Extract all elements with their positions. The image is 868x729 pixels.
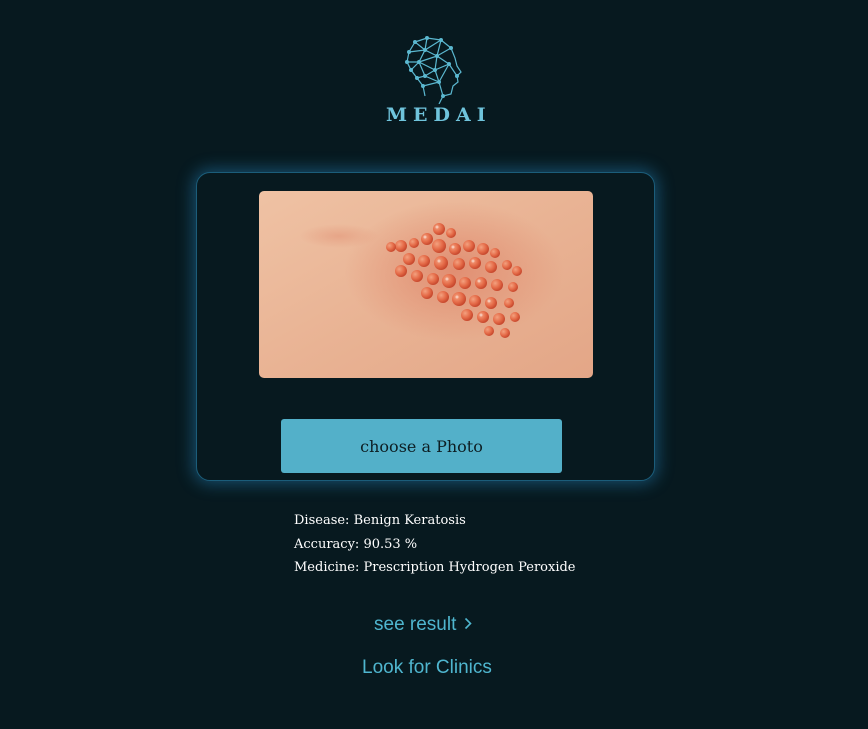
look-for-clinics-link[interactable]: Look for Clinics xyxy=(362,657,492,679)
skin-lesion-photo xyxy=(259,191,593,378)
brand-logo: MEDAI xyxy=(380,34,492,130)
ai-head-network-icon xyxy=(405,36,462,104)
chevron-right-icon xyxy=(464,614,473,636)
upload-card: choose a Photo xyxy=(196,172,655,481)
medicine-row: Medicine: Prescription Hydrogen Peroxide xyxy=(294,556,576,580)
page: MEDAI choose a Photo Disease: Benign Ker… xyxy=(0,0,868,729)
disease-label: Disease: xyxy=(294,513,350,528)
disease-row: Disease: Benign Keratosis xyxy=(294,509,576,533)
accuracy-value: 90.53 % xyxy=(363,536,418,552)
medicine-label: Medicine: xyxy=(294,560,360,575)
accuracy-row: Accuracy: 90.53 % xyxy=(294,533,576,557)
medicine-value: Prescription Hydrogen Peroxide xyxy=(363,560,576,575)
accuracy-label: Accuracy: xyxy=(294,536,360,552)
see-result-label: see result xyxy=(374,614,457,635)
disease-value: Benign Keratosis xyxy=(353,513,466,528)
see-result-link[interactable]: see result xyxy=(374,614,473,636)
prediction-results: Disease: Benign Keratosis Accuracy: 90.5… xyxy=(294,509,576,580)
brand-name: MEDAI xyxy=(386,104,492,126)
choose-photo-button[interactable]: choose a Photo xyxy=(281,419,562,473)
